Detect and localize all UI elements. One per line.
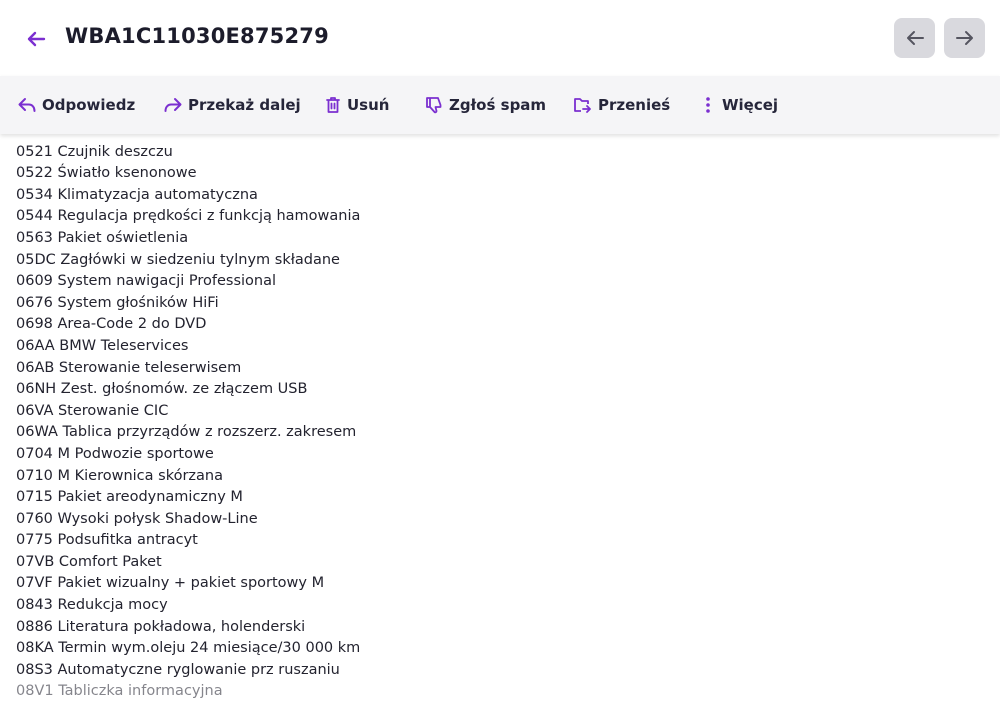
list-item: 0609 System nawigacji Professional <box>16 273 277 290</box>
list-item: 06AA BMW Teleservices <box>16 337 189 354</box>
list-item <box>16 134 360 142</box>
list-item: 0715 Pakiet areodynamiczny M <box>16 489 243 506</box>
list-item: 06AB Sterowanie teleserwisem <box>16 359 242 376</box>
list-item: 06WA Tablica przyrządów z rozszerz. zakr… <box>16 424 357 441</box>
more-vertical-icon <box>706 97 710 113</box>
message-header: WBA1C11030E875279 <box>0 0 1000 76</box>
move-label: Przenieś <box>598 96 671 114</box>
message-body: 0521 Czujnik deszczu 0522 Światło ksenono… <box>0 134 1000 706</box>
list-item: 05DC Zagłówki w siedzeniu tylnym składan… <box>16 251 340 268</box>
more-button[interactable]: Więcej <box>700 76 778 134</box>
forward-icon <box>164 98 182 112</box>
forward-button[interactable]: Przekaż dalej <box>164 76 301 134</box>
list-item: 0704 M Podwozie sportowe <box>16 445 214 462</box>
move-button[interactable]: Przenieś <box>573 76 670 134</box>
reply-button[interactable]: Odpowiedz <box>18 76 135 134</box>
list-item: 0760 Wysoki połysk Shadow-Line <box>16 510 258 527</box>
list-item: 0843 Redukcja mocy <box>16 597 168 614</box>
list-item: 0522 Światło ksenonowe <box>16 165 197 182</box>
list-item: 0698 Area-Code 2 do DVD <box>16 316 207 333</box>
list-item: 06VA Sterowanie CIC <box>16 402 169 419</box>
more-label: Więcej <box>722 96 779 114</box>
back-button[interactable] <box>20 24 52 54</box>
list-item: 0544 Regulacja prędkości z funkcją hamow… <box>16 208 361 225</box>
delete-label: Usuń <box>347 96 390 114</box>
message-toolbar: Odpowiedz Przekaż dalej Usuń Zgłoś spam … <box>0 76 1000 134</box>
list-item: 0676 System głośników HiFi <box>16 294 219 311</box>
list-item: 0563 Pakiet oświetlenia <box>16 229 189 246</box>
list-item: 08S3 Automatyczne ryglowanie prz ruszani… <box>16 661 340 678</box>
list-item: 0775 Podsufitka antracyt <box>16 532 198 549</box>
arrow-left-icon <box>27 31 46 47</box>
list-item: 08V1 Tabliczka informacyjna <box>16 683 223 700</box>
list-item: 08KA Termin wym.oleju 24 miesiące/30 000… <box>16 640 361 657</box>
page-title: WBA1C11030E875279 <box>65 24 329 48</box>
list-item: 0534 Klimatyzacja automatyczna <box>16 186 258 203</box>
previous-message-button[interactable] <box>894 18 935 58</box>
list-item: 0521 Czujnik deszczu <box>16 143 173 160</box>
move-folder-icon <box>574 98 591 113</box>
report-spam-button[interactable]: Zgłoś spam <box>425 76 546 134</box>
list-item: 0710 M Kierownica skórzana <box>16 467 223 484</box>
arrow-right-icon <box>955 31 973 45</box>
next-message-button[interactable] <box>944 18 985 58</box>
forward-label: Przekaż dalej <box>188 96 301 114</box>
list-item: 07VB Comfort Paket <box>16 553 162 570</box>
list-item: 06NH Zest. głośnomów. ze złączem USB <box>16 381 308 398</box>
equipment-list: 0521 Czujnik deszczu 0522 Światło ksenono… <box>16 134 360 703</box>
delete-button[interactable]: Usuń <box>325 76 389 134</box>
trash-icon <box>326 97 340 113</box>
list-item: 0886 Literatura pokładowa, holenderski <box>16 618 306 635</box>
thumbs-down-icon <box>426 97 442 114</box>
list-item: 07VF Pakiet wizualny + pakiet sportowy M <box>16 575 325 592</box>
reply-icon <box>18 98 36 112</box>
arrow-left-icon <box>906 31 924 45</box>
reply-label: Odpowiedz <box>42 96 136 114</box>
report-spam-label: Zgłoś spam <box>449 96 547 114</box>
